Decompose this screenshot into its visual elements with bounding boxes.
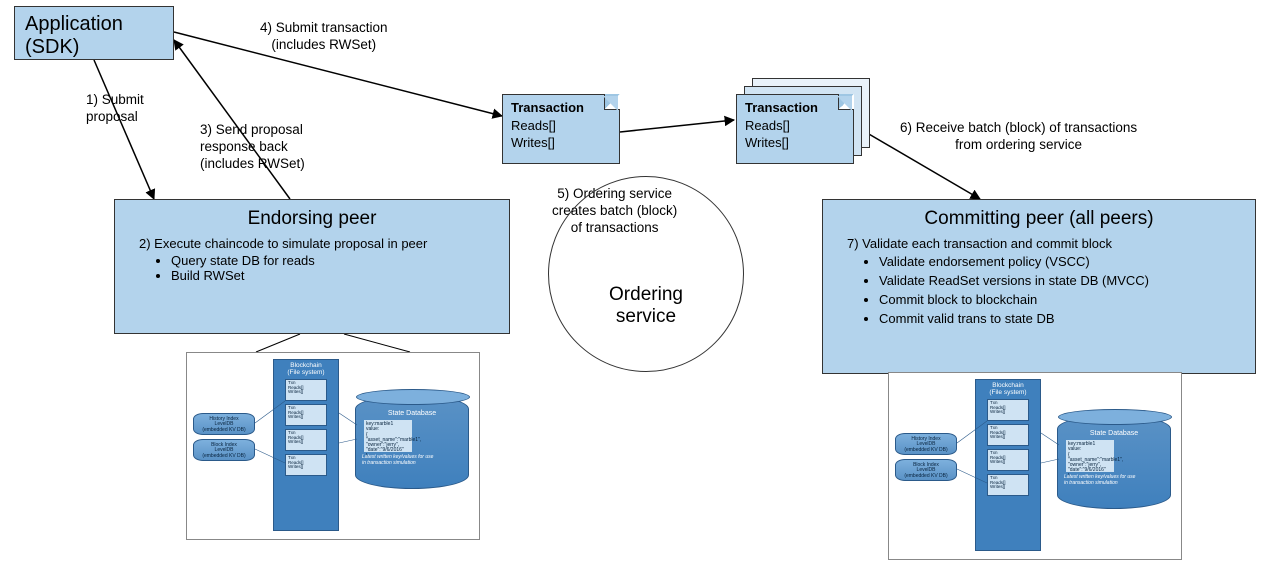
tiny-tx-right-3: Txn Reads[] Writes[] xyxy=(987,474,1029,496)
tiny-tx-left-3: Txn Reads[] Writes[] xyxy=(285,454,327,476)
history-index-left: History Index LevelDB (embedded KV DB) xyxy=(193,413,255,435)
block-index-right: Block Index LevelDB (embedded KV DB) xyxy=(895,459,957,481)
ledger-diagram-committing: History Index LevelDB (embedded KV DB) B… xyxy=(888,372,1182,560)
history-index-right: History Index LevelDB (embedded KV DB) xyxy=(895,433,957,455)
endorsing-peer-box: Endorsing peer 2) Execute chaincode to s… xyxy=(114,199,510,334)
endorsing-bullet-0: Query state DB for reads xyxy=(171,253,499,268)
state-db-kv-left: key:marble1 value: { "asset_name":"marbl… xyxy=(364,420,412,452)
committing-peer-box: Committing peer (all peers) 7) Validate … xyxy=(822,199,1256,374)
tx-stack-title: Transaction xyxy=(745,100,818,115)
tiny-tx-left-0: Txn Reads[] Writes[] xyxy=(285,379,327,401)
committing-bullet-0: Validate endorsement policy (VSCC) xyxy=(879,253,1245,272)
state-db-kv-right: key:marble1 value: { "asset_name":"marbl… xyxy=(1066,440,1114,472)
step-3-label: 3) Send proposal response back (includes… xyxy=(200,122,305,173)
ordering-service-label: Ordering service xyxy=(609,284,683,328)
endorsing-bullet-1: Build RWSet xyxy=(171,268,499,283)
tiny-tx-left-2: Txn Reads[] Writes[] xyxy=(285,429,327,451)
state-db-note-right: Latest written key/values for use in tra… xyxy=(1064,475,1164,486)
state-database-right: State Database key:marble1 value: { "ass… xyxy=(1057,415,1171,509)
blockchain-hdr-left: Blockchain (File system) xyxy=(276,362,336,376)
application-label-1: Application xyxy=(25,13,163,36)
blockchain-column-right: Blockchain (File system) Txn Reads[] Wri… xyxy=(975,379,1041,551)
committing-step7-line: 7) Validate each transaction and commit … xyxy=(847,236,1245,251)
tx-stack-reads: Reads[] xyxy=(745,118,790,133)
endorsing-step2-line: 2) Execute chaincode to simulate proposa… xyxy=(139,236,499,251)
tx-writes: Writes[] xyxy=(511,135,555,150)
state-db-note-left: Latest written key/values for use in tra… xyxy=(362,455,462,466)
tiny-tx-left-1: Txn Reads[] Writes[] xyxy=(285,404,327,426)
blockchain-hdr-right: Blockchain (File system) xyxy=(978,382,1038,396)
ordering-service-circle: Ordering service xyxy=(548,176,744,372)
tiny-tx-right-0: Txn Reads[] Writes[] xyxy=(987,399,1029,421)
tx-reads: Reads[] xyxy=(511,118,556,133)
tiny-tx-right-1: Txn Reads[] Writes[] xyxy=(987,424,1029,446)
application-sdk-box: Application (SDK) xyxy=(14,6,174,60)
block-index-left: Block Index LevelDB (embedded KV DB) xyxy=(193,439,255,461)
committing-bullet-2: Commit block to blockchain xyxy=(879,291,1245,310)
committing-bullet-3: Commit valid trans to state DB xyxy=(879,310,1245,329)
tx-title: Transaction xyxy=(511,100,584,115)
step-4-label: 4) Submit transaction (includes RWSet) xyxy=(260,20,388,54)
application-label-2: (SDK) xyxy=(25,36,163,59)
blockchain-column-left: Blockchain (File system) Txn Reads[] Wri… xyxy=(273,359,339,531)
tiny-tx-right-2: Txn Reads[] Writes[] xyxy=(987,449,1029,471)
step-1-label: 1) Submit proposal xyxy=(86,92,144,126)
committing-peer-title: Committing peer (all peers) xyxy=(833,208,1245,230)
step-6-label: 6) Receive batch (block) of transactions… xyxy=(900,120,1137,154)
committing-bullets: Validate endorsement policy (VSCC) Valid… xyxy=(863,253,1245,328)
transaction-card-single: Transaction Reads[] Writes[] xyxy=(502,94,620,164)
state-database-left: State Database key:marble1 value: { "ass… xyxy=(355,395,469,489)
state-db-title-left: State Database xyxy=(362,410,462,417)
endorsing-peer-title: Endorsing peer xyxy=(125,208,499,230)
committing-bullet-1: Validate ReadSet versions in state DB (M… xyxy=(879,272,1245,291)
endorsing-bullets: Query state DB for reads Build RWSet xyxy=(155,253,499,283)
transaction-card-stack-1: Transaction Reads[] Writes[] xyxy=(736,94,854,164)
state-db-title-right: State Database xyxy=(1064,430,1164,437)
tx-stack-writes: Writes[] xyxy=(745,135,789,150)
ledger-diagram-endorsing: History Index LevelDB (embedded KV DB) B… xyxy=(186,352,480,540)
